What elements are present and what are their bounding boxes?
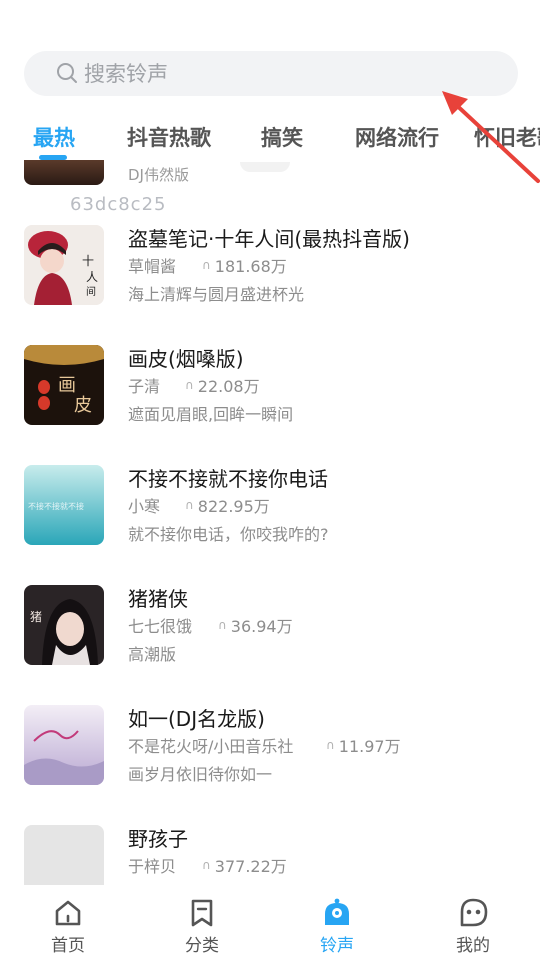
song-title: 不接不接就不接你电话 (128, 467, 328, 491)
search-icon (57, 63, 77, 83)
cover-image: 不接不接就不接 (24, 465, 104, 545)
partial-cover[interactable] (24, 160, 104, 185)
category-tabs: 最热 抖音热歌 搞笑 网络流行 怀旧老歌 (0, 112, 540, 160)
nav-label: 铃声 (320, 936, 354, 956)
cover-image (24, 825, 104, 885)
nav-home[interactable]: 首页 (28, 897, 108, 956)
svg-text:猪: 猪 (30, 610, 42, 624)
song-description: 海上清辉与圆月盛进杯光 (128, 285, 305, 304)
svg-text:画: 画 (58, 375, 76, 396)
list-item[interactable]: 画 皮 画皮(烟嗓版) 子清 ∩ 22.08万 遮面见眉眼,回眸一瞬间 (0, 345, 540, 435)
nav-mine[interactable]: 我的 (433, 897, 513, 956)
svg-text:间: 间 (86, 285, 96, 298)
artist-name: 草帽酱 (128, 257, 177, 276)
svg-text:十: 十 (82, 254, 94, 268)
partial-item-subtitle: DJ伟然版 (128, 166, 189, 184)
song-title: 盗墓笔记·十年人间(最热抖音版) (128, 227, 410, 251)
headphone-icon: ∩ (202, 258, 211, 272)
tab-hottest[interactable]: 最热 (33, 122, 75, 152)
play-count: ∩ 377.22万 (202, 857, 287, 876)
list-item[interactable]: 猪 猪猪侠 七七很饿 ∩ 36.94万 高潮版 (0, 585, 540, 675)
tab-funny[interactable]: 搞笑 (261, 122, 303, 152)
svg-text:不接不接就不接: 不接不接就不接 (28, 501, 84, 511)
play-count: ∩ 11.97万 (326, 737, 401, 756)
svg-text:皮: 皮 (74, 395, 92, 416)
song-title: 野孩子 (128, 827, 188, 851)
headphone-icon: ∩ (185, 498, 194, 512)
headphone-icon: ∩ (202, 858, 211, 872)
list-item[interactable]: 十 人 间 盗墓笔记·十年人间(最热抖音版) 草帽酱 ∩ 181.68万 海上清辉… (0, 225, 540, 315)
song-title: 如一(DJ名龙版) (128, 707, 265, 731)
list-item[interactable]: 如一(DJ名龙版) 不是花火呀/小田音乐社 ∩ 11.97万 画岁月依旧待你如一 (0, 705, 540, 795)
nav-label: 首页 (51, 936, 85, 956)
play-count: ∩ 36.94万 (218, 617, 293, 636)
artist-name: 于梓贝 (128, 857, 177, 876)
svg-text:人: 人 (86, 270, 98, 284)
song-description: 高潮版 (128, 645, 177, 664)
play-count: ∩ 822.95万 (185, 497, 270, 516)
artist-name: 子清 (128, 377, 161, 396)
play-count: ∩ 181.68万 (202, 257, 287, 276)
tab-internet-popular[interactable]: 网络流行 (355, 122, 439, 152)
bottom-nav: 首页 分类 铃声 我的 (0, 885, 540, 960)
artist-name: 七七很饿 (128, 617, 193, 636)
id-watermark: 63dc8c25 (70, 194, 167, 215)
headphone-icon: ∩ (185, 378, 194, 392)
headphone-icon: ∩ (218, 618, 227, 632)
cover-image: 画 皮 (24, 345, 104, 425)
search-bar[interactable] (24, 51, 518, 96)
cover-image: 猪 (24, 585, 104, 665)
profile-face-icon (460, 898, 488, 927)
list-item[interactable]: 野孩子 于梓贝 ∩ 377.22万 (0, 825, 540, 885)
tab-nostalgic[interactable]: 怀旧老歌 (474, 122, 540, 152)
bell-icon (325, 898, 349, 925)
bookmark-icon (191, 899, 213, 927)
search-input[interactable] (84, 61, 484, 86)
headphone-icon: ∩ (326, 738, 335, 752)
play-count: ∩ 22.08万 (185, 377, 260, 396)
song-title: 画皮(烟嗓版) (128, 347, 244, 371)
song-description: 就不接你电话，你咬我咋的? (128, 525, 329, 544)
artist-name: 不是花火呀/小田音乐社 (128, 737, 294, 756)
nav-ringtone[interactable]: 铃声 (297, 897, 377, 956)
cover-image (24, 705, 104, 785)
song-title: 猪猪侠 (128, 587, 188, 611)
list-item[interactable]: 不接不接就不接 不接不接就不接你电话 小寒 ∩ 822.95万 就不接你电话，你咬… (0, 465, 540, 555)
nav-label: 分类 (185, 936, 219, 956)
cover-image: 十 人 间 (24, 225, 104, 305)
home-icon (55, 900, 81, 926)
ringtone-list[interactable]: DJ伟然版 63dc8c25 十 人 间 盗墓笔记·十年人间(最热抖音版) 草帽… (0, 160, 540, 885)
tab-douyin-hits[interactable]: 抖音热歌 (127, 122, 211, 152)
song-description: 遮面见眉眼,回眸一瞬间 (128, 405, 294, 424)
play-indicator (240, 162, 290, 172)
song-description: 画岁月依旧待你如一 (128, 765, 273, 784)
nav-label: 我的 (456, 936, 490, 956)
nav-category[interactable]: 分类 (162, 897, 242, 956)
artist-name: 小寒 (128, 497, 161, 516)
